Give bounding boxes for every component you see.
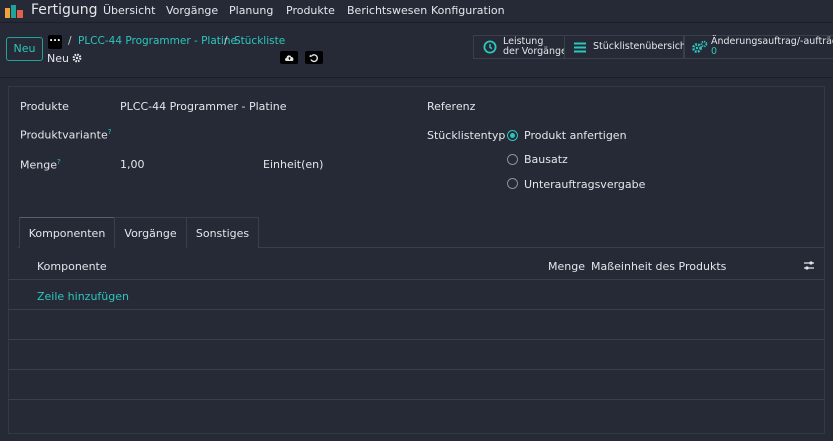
record-name: Neu: [47, 52, 69, 65]
discard-button[interactable]: [305, 51, 323, 64]
table-row: [8, 310, 825, 340]
product-label: Produkte: [20, 100, 69, 113]
smart-button-operations-performance[interactable]: Leistung der Vorgänge: [473, 35, 567, 59]
menu-operations[interactable]: Vorgänge: [166, 4, 218, 17]
new-button[interactable]: Neu: [6, 37, 43, 61]
menu-reporting[interactable]: Berichtswesen: [347, 4, 427, 17]
tab-components[interactable]: Komponenten: [19, 217, 115, 248]
smart-button-change-orders[interactable]: Änderungsauftrag/-aufträge 0: [684, 35, 833, 59]
radio-manufacture-label[interactable]: Produkt anfertigen: [524, 129, 627, 142]
column-quantity[interactable]: Menge: [548, 260, 585, 273]
radio-kit[interactable]: [507, 154, 518, 165]
list-icon: [574, 42, 586, 53]
radio-kit-label[interactable]: Bausatz: [524, 153, 568, 166]
radio-manufacture[interactable]: [507, 130, 518, 141]
more-actions-button[interactable]: ...: [48, 34, 62, 49]
tab-operations[interactable]: Vorgänge: [114, 217, 187, 248]
smart-button-label: Änderungsauftrag/-aufträge 0: [711, 36, 833, 57]
smart-button-label: Leistung der Vorgänge: [503, 36, 567, 57]
manufacturing-app-icon[interactable]: [5, 4, 25, 18]
table-row: [8, 280, 825, 310]
product-field[interactable]: PLCC-44 Programmer - Platine: [120, 100, 287, 113]
reference-label: Referenz: [427, 100, 476, 113]
notebook-tabs: Komponenten Vorgänge Sonstiges: [18, 217, 824, 248]
top-navbar: Fertigung Übersicht Vorgänge Planung Pro…: [0, 0, 833, 23]
smart-button-label: Stücklistenübersicht: [593, 41, 690, 52]
breadcrumb-bom[interactable]: Stückliste: [234, 35, 285, 47]
menu-configuration[interactable]: Konfiguration: [431, 4, 505, 17]
radio-subcontracting[interactable]: [507, 178, 518, 189]
add-line-link[interactable]: Zeile hinzufügen: [37, 290, 129, 303]
variant-label: Produktvariante?: [20, 128, 112, 142]
uom-field[interactable]: Einheit(en): [263, 158, 323, 171]
column-component[interactable]: Komponente: [37, 260, 107, 273]
cloud-upload-icon: [285, 55, 294, 61]
clock-icon: [483, 40, 497, 54]
menu-overview[interactable]: Übersicht: [103, 4, 155, 17]
column-uom[interactable]: Maßeinheit des Produkts: [591, 260, 726, 273]
save-cloud-button[interactable]: [280, 51, 298, 64]
table-row: [8, 340, 825, 370]
breadcrumb-product[interactable]: PLCC-44 Programmer - Platine: [78, 35, 237, 47]
gears-icon: [692, 40, 708, 53]
breadcrumb-separator: /: [224, 35, 228, 47]
optional-columns-icon[interactable]: [803, 260, 815, 271]
quantity-label: Menge?: [20, 158, 61, 172]
variant-field[interactable]: [120, 124, 410, 142]
app-title[interactable]: Fertigung: [31, 2, 98, 18]
table-row: [8, 370, 825, 400]
reference-field[interactable]: [507, 96, 807, 114]
quantity-field[interactable]: 1,00: [120, 158, 145, 171]
gear-icon[interactable]: [72, 53, 82, 63]
undo-icon: [309, 54, 318, 63]
radio-subcontracting-label[interactable]: Unterauftragsvergabe: [524, 178, 645, 191]
tab-miscellaneous[interactable]: Sonstiges: [186, 217, 259, 248]
menu-planning[interactable]: Planung: [229, 4, 273, 17]
menu-products[interactable]: Produkte: [286, 4, 335, 17]
breadcrumb-separator: /: [68, 35, 72, 47]
smart-button-bom-overview[interactable]: Stücklistenübersicht: [564, 35, 690, 59]
bom-type-label: Stücklistentyp: [427, 129, 506, 142]
